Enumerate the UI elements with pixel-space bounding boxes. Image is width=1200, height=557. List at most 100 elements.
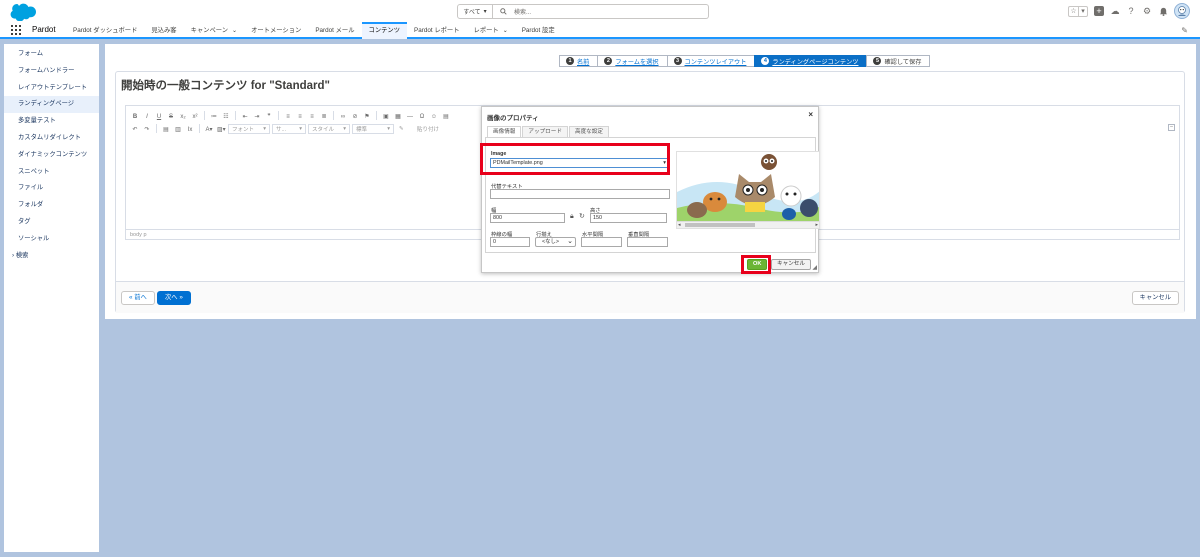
unlink-icon[interactable]: ⊘ (350, 111, 360, 121)
style-combo[interactable]: スタイル ▾ (308, 123, 350, 134)
sidebar-item-11[interactable]: ソーシャル (4, 231, 99, 248)
close-icon[interactable]: × (808, 110, 813, 119)
sidebar-item-8[interactable]: ファイル (4, 180, 99, 197)
remove-format-icon[interactable]: Ix (185, 124, 195, 134)
nav-item-1[interactable]: 見込み客 (144, 22, 183, 39)
nav-item-4[interactable]: Pardot メール (308, 22, 361, 39)
sidebar-item-6[interactable]: ダイナミックコンテンツ (4, 147, 99, 164)
special-char-icon[interactable]: Ω (417, 111, 427, 121)
font-size-combo[interactable]: サ... ▾ (272, 123, 306, 134)
vspace-input[interactable] (627, 237, 668, 247)
sidebar-item-7[interactable]: スニペット (4, 164, 99, 181)
height-input[interactable]: 150 (590, 213, 667, 223)
font-family-combo[interactable]: フォント ▾ (228, 123, 270, 134)
strikethrough-button[interactable]: S (166, 111, 176, 121)
wizard-step-4[interactable]: 4 ランディングページコンテンツ (754, 55, 868, 67)
star-icon[interactable]: ☆ (1069, 7, 1078, 16)
sidebar-item-2[interactable]: レイアウトテンプレート (4, 80, 99, 97)
chevron-down-icon[interactable]: ⌄ (232, 28, 237, 34)
lock-ratio-icon[interactable]: 🔒︎ (570, 213, 574, 221)
next-button[interactable]: 次へ » (157, 291, 191, 305)
dialog-tab-1[interactable]: アップロード (522, 126, 568, 137)
blockquote-icon[interactable]: ❞ (264, 111, 274, 121)
nav-item-2[interactable]: キャンペーン ⌄ (184, 22, 245, 39)
image-icon[interactable]: ▣ (381, 111, 391, 121)
outdent-icon[interactable]: ⇤ (240, 111, 250, 121)
sidebar-item-0[interactable]: フォーム (4, 46, 99, 63)
align-center-icon[interactable]: ≡ (295, 111, 305, 121)
text-color-icon[interactable]: A▾ (204, 124, 214, 134)
bulleted-list-icon[interactable]: ☷ (221, 111, 231, 121)
dialog-tab-2[interactable]: 高度な設定 (568, 126, 609, 137)
setup-gear-icon[interactable]: ⚙ (1142, 6, 1152, 16)
nav-item-8[interactable]: Pardot 設定 (515, 22, 562, 39)
hspace-input[interactable] (581, 237, 622, 247)
nav-item-0[interactable]: Pardot ダッシュボード (66, 22, 144, 39)
sidebar-item-10[interactable]: タグ (4, 214, 99, 231)
preview-horizontal-scrollbar[interactable]: ◂ ▸ (677, 221, 819, 228)
format-combo[interactable]: 標準 ▾ (352, 123, 394, 134)
redo-icon[interactable]: ↷ (142, 124, 152, 134)
dialog-cancel-button[interactable]: キャンセル (771, 259, 811, 270)
bg-color-icon[interactable]: ▨▾ (216, 124, 226, 134)
dialog-tab-0[interactable]: 画像情報 (487, 126, 522, 137)
sidebar-item-5[interactable]: カスタムリダイレクト (4, 130, 99, 147)
wizard-step-3[interactable]: 3 コンテンツレイアウト (666, 55, 756, 67)
user-avatar[interactable] (1174, 3, 1190, 19)
reset-size-icon[interactable]: ↻ (579, 212, 585, 220)
justify-icon[interactable]: ≣ (319, 111, 329, 121)
favorites-group[interactable]: ☆ ▾ (1068, 5, 1088, 17)
salesforce-logo[interactable] (8, 3, 36, 21)
toolbar-collapse-icon[interactable]: – (1168, 124, 1175, 131)
italic-button[interactable]: I (142, 111, 152, 121)
nav-item-5[interactable]: コンテンツ (361, 22, 408, 39)
smiley-icon[interactable]: ☺ (429, 111, 439, 121)
edit-nav-pencil-icon[interactable]: ✎ (1181, 26, 1188, 35)
anchor-flag-icon[interactable]: ⚑ (362, 111, 372, 121)
superscript-button[interactable]: x² (190, 111, 200, 121)
nav-item-3[interactable]: オートメーション (244, 22, 308, 39)
paste-from-word-button[interactable]: ✎ 貼り付け (396, 124, 442, 134)
search-scope-select[interactable]: すべて ▾ (457, 4, 493, 19)
prev-button[interactable]: « 前へ (121, 291, 155, 305)
sidebar-item-12[interactable]: › 検索 (4, 248, 99, 265)
indent-icon[interactable]: ⇥ (252, 111, 262, 121)
align-left-icon[interactable]: ≡ (283, 111, 293, 121)
alt-text-input[interactable] (490, 189, 670, 199)
align-right-icon[interactable]: ≡ (307, 111, 317, 121)
wizard-step-1[interactable]: 1 名前 (559, 55, 599, 67)
sidebar-item-4[interactable]: 多変量テスト (4, 113, 99, 130)
chevron-down-icon[interactable]: ⌄ (503, 28, 508, 34)
global-search-input[interactable]: 検索... (493, 4, 709, 19)
scroll-left-icon[interactable]: ◂ (678, 222, 681, 228)
help-icon[interactable]: ? (1126, 6, 1136, 16)
paste-icon[interactable]: ▤ (161, 124, 171, 134)
nav-item-6[interactable]: Pardot レポート (407, 22, 467, 39)
underline-button[interactable]: U (154, 111, 164, 121)
sidebar-item-1[interactable]: フォームハンドラー (4, 63, 99, 80)
width-input[interactable]: 800 (490, 213, 565, 223)
wizard-step-5[interactable]: 5 確認して保存 (866, 55, 931, 67)
notifications-bell-icon[interactable] (1158, 6, 1168, 16)
scroll-right-icon[interactable]: ▸ (815, 222, 818, 228)
chevron-down-icon[interactable]: ▾ (1078, 6, 1087, 16)
horizontal-line-icon[interactable]: ― (405, 111, 415, 121)
nav-item-7[interactable]: レポート ⌄ (467, 22, 515, 39)
global-actions-icon[interactable]: + (1094, 6, 1104, 16)
scrollbar-thumb[interactable] (685, 223, 755, 227)
paste-text-icon[interactable]: ▥ (173, 124, 183, 134)
align-select[interactable]: <なし> ⌄ (535, 237, 576, 247)
border-input[interactable]: 0 (490, 237, 530, 247)
link-icon[interactable]: ∞ (338, 111, 348, 121)
source-icon[interactable]: ▤ (441, 111, 451, 121)
wizard-step-2[interactable]: 2 フォームを選択 (597, 55, 668, 67)
undo-icon[interactable]: ↶ (130, 124, 140, 134)
trailhead-icon[interactable]: ☁ (1110, 6, 1120, 16)
sidebar-item-3[interactable]: ランディングページ (4, 96, 99, 114)
app-launcher-icon[interactable] (11, 25, 21, 35)
table-icon[interactable]: ▦ (393, 111, 403, 121)
sidebar-item-9[interactable]: フォルダ (4, 197, 99, 214)
subscript-button[interactable]: x₂ (178, 111, 188, 121)
bold-button[interactable]: B (130, 111, 140, 121)
cancel-button[interactable]: キャンセル (1131, 291, 1179, 305)
